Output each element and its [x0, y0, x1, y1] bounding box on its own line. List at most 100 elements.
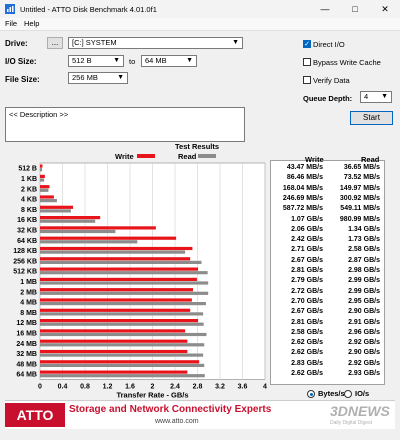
read-bar	[40, 291, 209, 295]
maximize-button[interactable]: □	[340, 0, 370, 18]
chevron-down-icon: ▼	[113, 57, 120, 64]
result-read-value: 2.90 GB/s	[348, 349, 380, 357]
menu-help[interactable]: Help	[24, 19, 39, 28]
io-label[interactable]: IO/s	[355, 389, 369, 398]
x-tick-label: 2.4	[170, 383, 180, 390]
result-write-value: 246.69 MB/s	[282, 194, 323, 202]
close-button[interactable]: ✕	[370, 0, 400, 18]
io-radio[interactable]	[344, 390, 352, 398]
result-write-value: 2.83 GB/s	[291, 359, 323, 367]
x-tick-label: 1.2	[103, 383, 113, 390]
bytes-radio[interactable]	[307, 390, 315, 398]
write-bar	[40, 319, 199, 323]
result-read-value: 73.52 MB/s	[343, 174, 380, 182]
read-bar	[40, 229, 116, 234]
read-bar	[40, 188, 49, 192]
result-write-value: 2.79 GB/s	[291, 277, 323, 285]
result-read-value: 2.92 GB/s	[348, 339, 380, 347]
y-tick-label: 2 MB	[20, 289, 37, 296]
drive-select[interactable]: [C:] SYSTEM ▼	[68, 37, 243, 49]
direct-io-checkbox[interactable]: ✓	[303, 40, 311, 48]
start-button[interactable]: Start	[350, 111, 393, 125]
read-bar	[40, 374, 205, 378]
read-bar	[40, 209, 71, 213]
x-tick-label: 3.2	[215, 383, 225, 390]
write-bar	[40, 216, 101, 220]
result-read-value: 2.90 GB/s	[348, 308, 380, 316]
io-size-from-select[interactable]: 512 B ▼	[68, 55, 124, 67]
write-bar	[40, 370, 188, 374]
x-tick-label: 2	[151, 383, 155, 390]
result-read-value: 36.65 MB/s	[343, 164, 380, 171]
queue-depth-label: Queue Depth:	[303, 94, 353, 103]
read-bar	[40, 199, 57, 203]
result-write-value: 2.62 GB/s	[291, 370, 323, 377]
verify-checkbox[interactable]	[303, 76, 311, 84]
result-read-value: 980.99 MB/s	[339, 215, 380, 223]
results-write-header: Write	[305, 155, 324, 164]
bypass-cache-checkbox[interactable]	[303, 58, 311, 66]
chevron-down-icon: ▼	[232, 39, 239, 46]
write-bar	[40, 288, 193, 292]
y-tick-label: 48 MB	[16, 361, 37, 368]
read-bar	[40, 363, 205, 367]
file-size-select[interactable]: 256 MB ▼	[68, 72, 128, 84]
x-axis-label: Transfer Rate - GB/s	[116, 390, 188, 399]
result-write-value: 2.58 GB/s	[291, 328, 323, 336]
result-write-value: 2.81 GB/s	[291, 267, 323, 274]
read-bar	[40, 250, 186, 254]
minimize-button[interactable]: —	[310, 0, 340, 18]
result-write-value: 2.42 GB/s	[291, 236, 323, 244]
io-size-to-select[interactable]: 64 MB ▼	[141, 55, 197, 67]
watermark-3dnews: 3DNEWS	[330, 403, 390, 419]
write-bar	[40, 195, 54, 199]
y-tick-label: 64 MB	[16, 372, 37, 379]
description-text: << Description >>	[9, 110, 69, 119]
x-tick-label: 3.6	[238, 383, 248, 390]
y-tick-label: 4 KB	[21, 197, 37, 204]
write-bar	[40, 246, 193, 251]
atto-banner[interactable]: ATTO Storage and Network Connectivity Ex…	[5, 400, 395, 429]
menu-file[interactable]: File	[5, 19, 17, 28]
io-to-label: to	[129, 57, 136, 66]
description-input[interactable]: << Description >>	[5, 107, 245, 142]
chart-title: Test Results	[175, 142, 220, 151]
legend-write-swatch	[137, 154, 155, 158]
write-bar	[40, 205, 74, 209]
write-bar	[40, 308, 191, 312]
read-bar	[40, 281, 209, 285]
queue-depth-select[interactable]: 4 ▼	[360, 91, 392, 103]
result-read-value: 1.73 GB/s	[348, 236, 380, 244]
y-tick-label: 128 KB	[13, 248, 37, 255]
browse-button[interactable]: ...	[47, 37, 63, 49]
y-tick-label: 8 KB	[21, 207, 37, 214]
y-tick-label: 2 KB	[21, 186, 37, 193]
result-write-value: 2.71 GB/s	[291, 246, 323, 254]
banner-url: www.atto.com	[155, 418, 199, 425]
queue-depth-value: 4	[364, 92, 369, 101]
y-tick-label: 8 MB	[20, 310, 37, 317]
x-tick-label: 0.4	[58, 383, 68, 390]
read-bar	[40, 271, 208, 275]
y-tick-label: 1 KB	[21, 176, 37, 183]
y-tick-label: 24 MB	[16, 341, 37, 348]
result-read-value: 2.91 GB/s	[348, 318, 380, 326]
result-write-value: 2.67 GB/s	[291, 308, 323, 316]
legend-read-swatch	[198, 154, 216, 158]
read-bar	[40, 322, 204, 326]
write-bar	[40, 329, 186, 333]
write-bar	[40, 277, 197, 281]
result-write-value: 2.62 GB/s	[291, 349, 323, 357]
y-tick-label: 4 MB	[20, 300, 37, 307]
io-size-from-value: 512 B	[72, 56, 92, 65]
bypass-cache-label[interactable]: Bypass Write Cache	[313, 58, 381, 67]
x-tick-label: 2.8	[193, 383, 203, 390]
result-read-value: 549.11 MB/s	[340, 205, 380, 213]
x-tick-label: 0.8	[80, 383, 90, 390]
benchmark-chart: 0 0.4 0.8 1.2 1.6 2 2.4 2.8 3.2 3.6 4 Transfer Rate…	[13, 162, 267, 399]
write-bar	[40, 174, 45, 178]
bytes-label[interactable]: Bytes/s	[318, 389, 345, 398]
verify-label[interactable]: Verify Data	[313, 76, 350, 85]
direct-io-label[interactable]: Direct I/O	[313, 40, 345, 49]
y-tick-label: 1 MB	[20, 279, 37, 286]
